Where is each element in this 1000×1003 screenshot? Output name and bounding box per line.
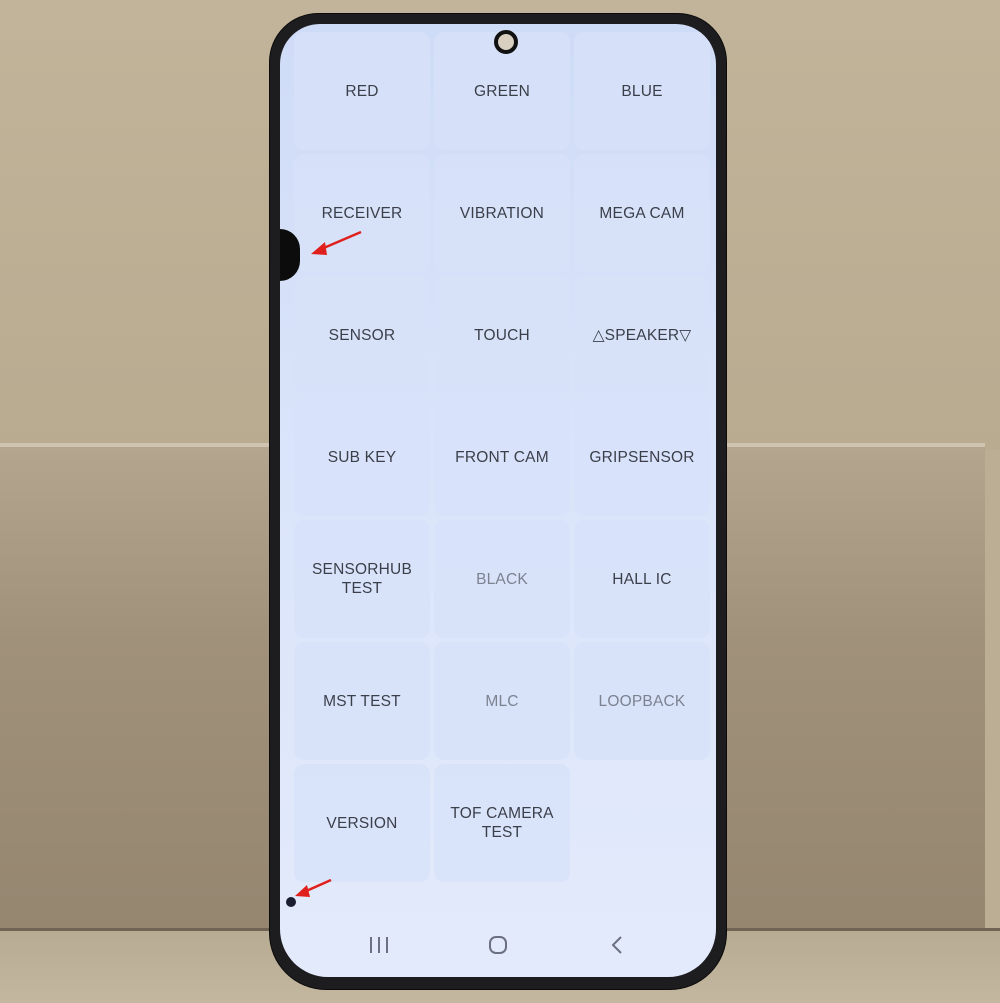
home-button[interactable] (468, 925, 528, 965)
test-sub-key-button[interactable]: SUB KEY (294, 398, 430, 516)
test-menu-grid: RED GREEN BLUE RECEIVER VIBRATION MEGA C… (294, 32, 710, 882)
test-black-button[interactable]: BLACK (434, 520, 570, 638)
test-touch-button[interactable]: TOUCH (434, 276, 570, 394)
test-red-button[interactable]: RED (294, 32, 430, 150)
test-blue-button[interactable]: BLUE (574, 32, 710, 150)
test-front-cam-button[interactable]: FRONT CAM (434, 398, 570, 516)
test-vibration-button[interactable]: VIBRATION (434, 154, 570, 272)
test-mega-cam-button[interactable]: MEGA CAM (574, 154, 710, 272)
empty-cell (574, 764, 710, 882)
recent-apps-button[interactable] (349, 925, 409, 965)
test-hall-ic-button[interactable]: HALL IC (574, 520, 710, 638)
test-mlc-button[interactable]: MLC (434, 642, 570, 760)
test-version-button[interactable]: VERSION (294, 764, 430, 882)
back-button[interactable] (587, 925, 647, 965)
back-icon (611, 936, 622, 954)
test-sensor-button[interactable]: SENSOR (294, 276, 430, 394)
recent-apps-icon (370, 937, 389, 953)
home-icon (488, 936, 507, 954)
navigation-bar (280, 923, 716, 967)
red-arrow-annotation-notch (311, 230, 362, 255)
test-mst-button[interactable]: MST TEST (294, 642, 430, 760)
test-sensorhub-button[interactable]: SENSORHUB TEST (294, 520, 430, 638)
phone: RED GREEN BLUE RECEIVER VIBRATION MEGA C… (270, 14, 726, 989)
red-arrow-annotation-dot (295, 878, 332, 897)
test-tof-camera-button[interactable]: TOF CAMERA TEST (434, 764, 570, 882)
front-camera-hole (494, 30, 518, 54)
test-loopback-button[interactable]: LOOPBACK (574, 642, 710, 760)
test-gripsensor-button[interactable]: GRIPSENSOR (574, 398, 710, 516)
phone-screen: RED GREEN BLUE RECEIVER VIBRATION MEGA C… (280, 24, 716, 977)
test-speaker-button[interactable]: △SPEAKER▽ (574, 276, 710, 394)
